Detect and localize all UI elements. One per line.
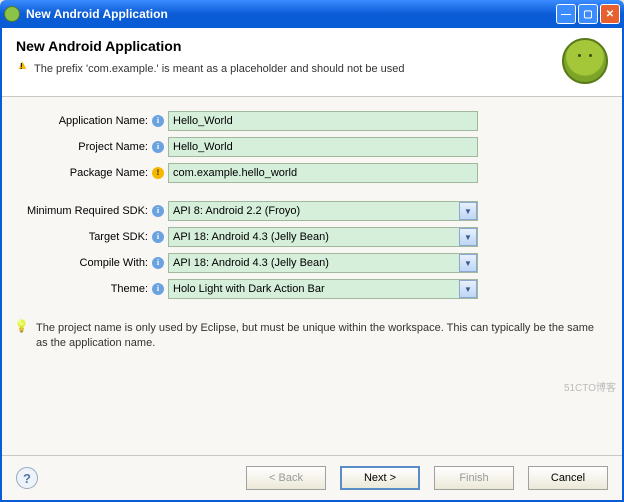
window-title: New Android Application xyxy=(26,7,556,21)
min-sdk-value: API 8: Android 2.2 (Froyo) xyxy=(169,205,459,217)
package-name-input[interactable] xyxy=(168,163,478,183)
android-logo-icon xyxy=(562,38,608,84)
title-bar: New Android Application — ▢ ✕ xyxy=(0,0,624,28)
warning-text: The prefix 'com.example.' is meant as a … xyxy=(34,63,404,75)
dialog-body: New Android Application The prefix 'com.… xyxy=(0,28,624,502)
back-button[interactable]: < Back xyxy=(246,466,326,490)
target-sdk-value: API 18: Android 4.3 (Jelly Bean) xyxy=(169,231,459,243)
info-icon: i xyxy=(152,257,164,269)
header-area: New Android Application The prefix 'com.… xyxy=(2,28,622,97)
finish-button[interactable]: Finish xyxy=(434,466,514,490)
project-name-input[interactable] xyxy=(168,137,478,157)
next-button[interactable]: Next > xyxy=(340,466,420,490)
theme-select[interactable]: Holo Light with Dark Action Bar ▼ xyxy=(168,279,478,299)
info-icon: i xyxy=(152,141,164,153)
cancel-button[interactable]: Cancel xyxy=(528,466,608,490)
chevron-down-icon: ▼ xyxy=(459,280,477,298)
chevron-down-icon: ▼ xyxy=(459,254,477,272)
project-name-label: Project Name: xyxy=(10,141,150,153)
compile-select[interactable]: API 18: Android 4.3 (Jelly Bean) ▼ xyxy=(168,253,478,273)
hint-area: The project name is only used by Eclipse… xyxy=(2,313,622,360)
app-name-input[interactable] xyxy=(168,111,478,131)
compile-value: API 18: Android 4.3 (Jelly Bean) xyxy=(169,257,459,269)
info-icon: i xyxy=(152,115,164,127)
lightbulb-icon xyxy=(16,321,30,335)
maximize-button[interactable]: ▢ xyxy=(578,4,598,24)
target-sdk-select[interactable]: API 18: Android 4.3 (Jelly Bean) ▼ xyxy=(168,227,478,247)
min-sdk-label: Minimum Required SDK: xyxy=(10,205,150,217)
hint-text: The project name is only used by Eclipse… xyxy=(36,321,608,352)
page-title: New Android Application xyxy=(16,38,562,54)
button-bar: ? < Back Next > Finish Cancel xyxy=(2,455,622,500)
info-icon: i xyxy=(152,283,164,295)
min-sdk-select[interactable]: API 8: Android 2.2 (Froyo) ▼ xyxy=(168,201,478,221)
info-icon: i xyxy=(152,205,164,217)
warning-icon xyxy=(16,60,30,74)
compile-label: Compile With: xyxy=(10,257,150,269)
app-icon xyxy=(4,6,20,22)
warning-icon: ! xyxy=(152,167,164,179)
help-button[interactable]: ? xyxy=(16,467,38,489)
chevron-down-icon: ▼ xyxy=(459,228,477,246)
package-name-label: Package Name: xyxy=(10,167,150,179)
theme-label: Theme: xyxy=(10,283,150,295)
header-warning: The prefix 'com.example.' is meant as a … xyxy=(16,60,562,75)
minimize-button[interactable]: — xyxy=(556,4,576,24)
close-button[interactable]: ✕ xyxy=(600,4,620,24)
app-name-label: Application Name: xyxy=(10,115,150,127)
chevron-down-icon: ▼ xyxy=(459,202,477,220)
info-icon: i xyxy=(152,231,164,243)
target-sdk-label: Target SDK: xyxy=(10,231,150,243)
form-area: Application Name: i Project Name: i Pack… xyxy=(2,97,622,313)
window-buttons: — ▢ ✕ xyxy=(556,4,620,24)
watermark: 51CTO博客 xyxy=(564,379,616,394)
theme-value: Holo Light with Dark Action Bar xyxy=(169,283,459,295)
